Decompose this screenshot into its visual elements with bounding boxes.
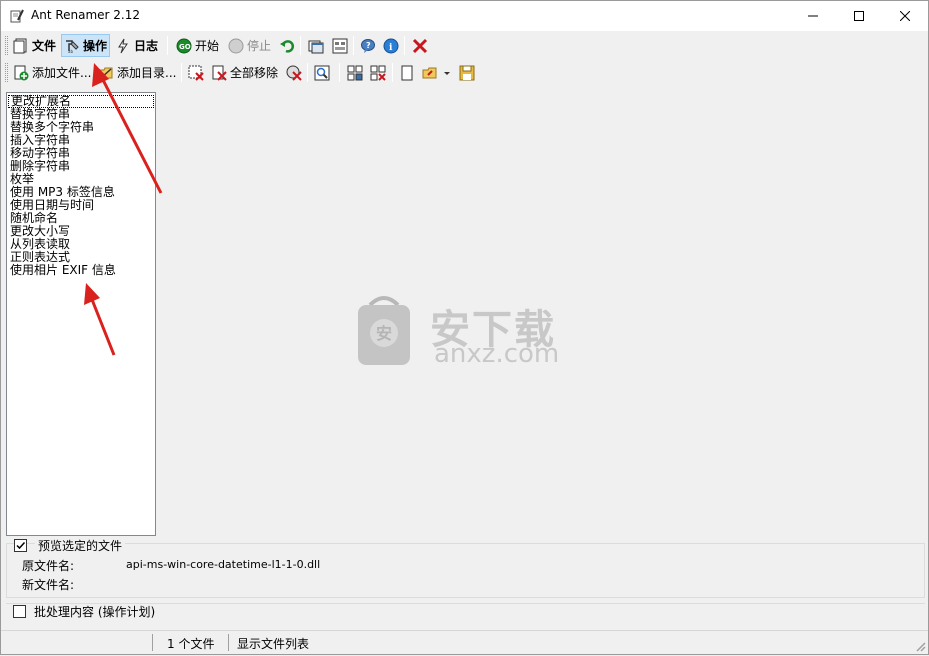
actions-list[interactable]: 更改扩展名 替换字符串 替换多个字符串 插入字符串 移动字符串 删除字符串 枚举… (6, 92, 156, 536)
log-tab-label: 日志 (134, 39, 159, 53)
original-name-value: api-ms-win-core-datetime-l1-1-0.dll (126, 558, 321, 571)
stop-button[interactable]: 停止 (226, 34, 273, 57)
title-bar: Ant Renamer 2.12 (1, 1, 928, 31)
add-files-button[interactable]: 添加文件... (11, 61, 93, 84)
search-icon (314, 65, 330, 81)
add-folder-label: 添加目录... (117, 66, 177, 80)
files-toolbar: 添加文件... 添加目录... 全部移除 (1, 59, 928, 86)
status-bar: 1 个文件 显示文件列表 (1, 630, 928, 654)
new-page-button[interactable] (397, 61, 417, 84)
window-title: Ant Renamer 2.12 (31, 8, 141, 22)
ant-renamer-app-icon (9, 8, 25, 24)
list-item[interactable]: 使用相片 EXIF 信息 (7, 264, 155, 277)
exit-x-icon (412, 38, 428, 54)
stop-label: 停止 (247, 39, 272, 53)
svg-text:GO: GO (179, 43, 191, 51)
batch-checkbox[interactable] (13, 605, 26, 618)
actions-tab-button[interactable]: ab 操作 (61, 34, 111, 57)
add-files-label: 添加文件... (32, 66, 92, 80)
window-layout-button[interactable] (306, 34, 326, 57)
toolbar-grip[interactable] (5, 36, 8, 55)
deselect-button[interactable] (368, 61, 388, 84)
exit-button[interactable] (410, 34, 430, 57)
file-tab-label: 文件 (32, 39, 57, 53)
add-folder-icon (98, 65, 114, 81)
log-tab-button[interactable]: 日志 (113, 34, 160, 57)
batch-checkbox-label: 批处理内容 (操作计划) (34, 605, 156, 619)
grid-remove-icon (370, 65, 386, 81)
maximize-button[interactable] (836, 1, 882, 31)
preview-checkbox-label: 预览选定的文件 (35, 537, 126, 554)
svg-text:ab: ab (68, 49, 73, 54)
main-window: Ant Renamer 2.12 文件 ab 操作 日志 GO 开始 停止 ? … (0, 0, 929, 655)
add-file-icon (13, 65, 29, 81)
actions-tab-label: 操作 (83, 39, 108, 53)
main-toolbar: 文件 ab 操作 日志 GO 开始 停止 ? i (1, 32, 928, 59)
close-button[interactable] (882, 1, 928, 31)
resize-grip-icon[interactable] (914, 640, 926, 652)
svg-text:安: 安 (376, 324, 392, 343)
original-name-label: 原文件名: (22, 559, 75, 573)
options-panel-icon (332, 38, 348, 54)
open-batch-dropdown[interactable] (441, 61, 453, 84)
search-files-button[interactable] (312, 61, 332, 84)
help-bubble-icon: ? (360, 38, 376, 54)
log-lightning-icon (115, 38, 131, 54)
remove-all-label: 全部移除 (230, 66, 279, 80)
minimize-button[interactable] (790, 1, 836, 31)
remove-all-button[interactable]: 全部移除 (209, 61, 280, 84)
options-button[interactable] (330, 34, 350, 57)
actions-tools-icon: ab (64, 38, 80, 54)
start-label: 开始 (195, 39, 220, 53)
batch-panel: 批处理内容 (操作计划) (6, 603, 925, 623)
new-name-label: 新文件名: (22, 578, 75, 592)
save-disk-icon (459, 65, 475, 81)
undo-button[interactable] (277, 34, 297, 57)
blank-page-icon (399, 65, 415, 81)
add-folder-button[interactable]: 添加目录... (96, 61, 178, 84)
view-mode-status[interactable]: 显示文件列表 (237, 635, 309, 652)
toolbar-grip[interactable] (5, 63, 8, 82)
preview-checkbox[interactable] (14, 539, 27, 552)
grid-select-icon (347, 65, 363, 81)
undo-arrow-icon (279, 38, 295, 54)
preview-panel: 预览选定的文件 原文件名: api-ms-win-core-datetime-l… (6, 537, 925, 598)
go-icon: GO (176, 38, 192, 54)
remove-all-icon (211, 65, 227, 81)
open-batch-button[interactable] (420, 61, 440, 84)
info-icon: i (383, 38, 399, 54)
select-all-button[interactable] (345, 61, 365, 84)
file-list-icon (13, 38, 29, 54)
remove-dead-icon (286, 65, 302, 81)
watermark: 安 安下载 anxz.com (356, 289, 586, 369)
svg-text:?: ? (366, 41, 371, 50)
start-button[interactable]: GO 开始 (174, 34, 221, 57)
help-button[interactable]: ? (358, 34, 378, 57)
watermark-en: anxz.com (434, 339, 560, 369)
stop-icon (228, 38, 244, 54)
open-folder-icon (422, 65, 438, 81)
remove-selected-icon (188, 65, 204, 81)
save-batch-button[interactable] (457, 61, 477, 84)
window-icon (308, 38, 324, 54)
remove-dead-button[interactable] (284, 61, 304, 84)
about-button[interactable]: i (381, 34, 401, 57)
file-tab-button[interactable]: 文件 (11, 34, 58, 57)
remove-selected-button[interactable] (186, 61, 206, 84)
svg-text:i: i (389, 43, 393, 53)
file-count-status: 1 个文件 (167, 637, 215, 651)
chevron-down-icon (443, 65, 451, 81)
